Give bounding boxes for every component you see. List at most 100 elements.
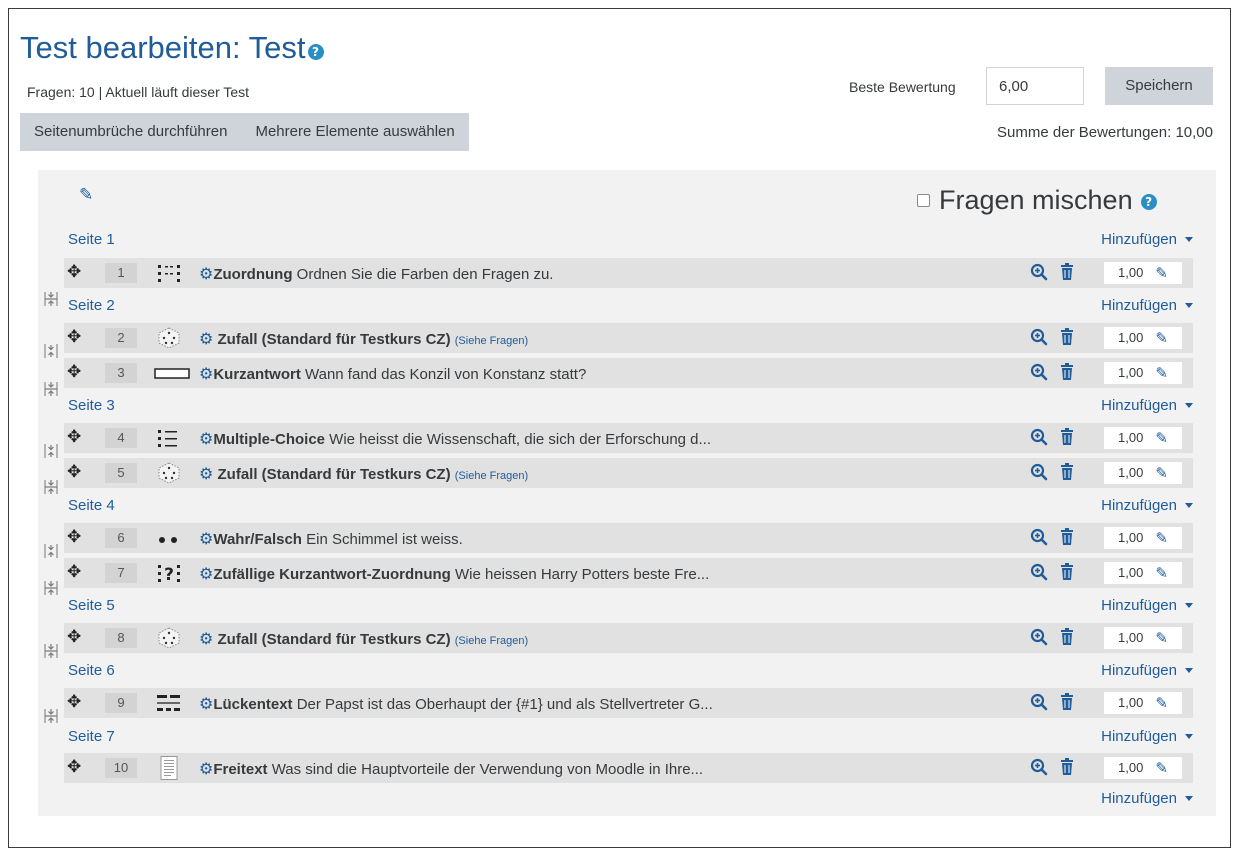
trash-icon[interactable] <box>1060 428 1074 446</box>
move-icon[interactable]: ✥ <box>67 327 81 347</box>
max-mark[interactable]: 1,00 ✎ <box>1104 427 1182 449</box>
gear-icon[interactable]: ⚙ <box>199 759 213 778</box>
add-menu[interactable]: Hinzufügen <box>1101 597 1193 614</box>
trash-icon[interactable] <box>1060 563 1074 581</box>
help-icon[interactable]: ? <box>1140 193 1157 210</box>
page-heading[interactable]: Seite 1 <box>68 231 115 248</box>
preview-zoom-icon[interactable] <box>1030 528 1048 546</box>
add-menu[interactable]: Hinzufügen <box>1101 662 1193 679</box>
trash-icon[interactable] <box>1060 263 1074 281</box>
max-mark[interactable]: 1,00 ✎ <box>1104 362 1182 384</box>
preview-zoom-icon[interactable] <box>1030 693 1048 711</box>
gear-icon[interactable]: ⚙ <box>199 694 213 713</box>
remove-page-break-icon[interactable] <box>43 291 59 307</box>
preview-zoom-icon[interactable] <box>1030 263 1048 281</box>
pencil-icon[interactable]: ✎ <box>1155 363 1168 385</box>
move-icon[interactable]: ✥ <box>67 757 81 777</box>
page-heading[interactable]: Seite 2 <box>68 297 115 314</box>
trash-icon[interactable] <box>1060 693 1074 711</box>
pencil-icon[interactable]: ✎ <box>1155 563 1168 585</box>
gear-icon[interactable]: ⚙ <box>199 364 213 383</box>
question-name[interactable]: ⚙Multiple-Choice Wie heisst die Wissensc… <box>199 429 711 448</box>
pencil-icon[interactable]: ✎ <box>1155 263 1168 285</box>
preview-zoom-icon[interactable] <box>1030 628 1048 646</box>
select-multiple-button[interactable]: Mehrere Elemente auswählen <box>241 113 468 151</box>
remove-page-break-icon[interactable] <box>43 479 59 495</box>
move-icon[interactable]: ✥ <box>67 562 81 582</box>
question-name[interactable]: ⚙ Zufall (Standard für Testkurs CZ) (Sie… <box>199 329 528 348</box>
pencil-icon[interactable]: ✎ <box>1155 628 1168 650</box>
move-icon[interactable]: ✥ <box>67 692 81 712</box>
see-questions-link[interactable]: (Siehe Fragen) <box>455 470 528 482</box>
max-mark[interactable]: 1,00 ✎ <box>1104 262 1182 284</box>
move-icon[interactable]: ✥ <box>67 362 81 382</box>
max-mark[interactable]: 1,00 ✎ <box>1104 627 1182 649</box>
add-page-break-icon[interactable] <box>43 443 59 459</box>
add-menu[interactable]: Hinzufügen <box>1101 728 1193 745</box>
move-icon[interactable]: ✥ <box>67 627 81 647</box>
question-name[interactable]: ⚙Wahr/Falsch Ein Schimmel ist weiss. <box>199 529 463 548</box>
page-heading[interactable]: Seite 3 <box>68 397 115 414</box>
trash-icon[interactable] <box>1060 628 1074 646</box>
remove-page-break-icon[interactable] <box>43 643 59 659</box>
shuffle-checkbox[interactable] <box>917 194 930 207</box>
add-page-break-icon[interactable] <box>43 343 59 359</box>
gear-icon[interactable]: ⚙ <box>199 529 213 548</box>
pencil-icon[interactable]: ✎ <box>1155 528 1168 550</box>
trash-icon[interactable] <box>1060 328 1074 346</box>
preview-zoom-icon[interactable] <box>1030 758 1048 776</box>
add-menu[interactable]: Hinzufügen <box>1101 231 1193 248</box>
move-icon[interactable]: ✥ <box>67 262 81 282</box>
preview-zoom-icon[interactable] <box>1030 428 1048 446</box>
preview-zoom-icon[interactable] <box>1030 563 1048 581</box>
max-mark[interactable]: 1,00 ✎ <box>1104 692 1182 714</box>
max-mark[interactable]: 1,00 ✎ <box>1104 562 1182 584</box>
trash-icon[interactable] <box>1060 363 1074 381</box>
question-name[interactable]: ⚙Zuordnung Ordnen Sie die Farben den Fra… <box>199 264 553 283</box>
max-mark[interactable]: 1,00 ✎ <box>1104 527 1182 549</box>
gear-icon[interactable]: ⚙ <box>199 629 213 648</box>
edit-section-heading-pencil-icon[interactable]: ✎ <box>79 185 93 205</box>
remove-page-break-icon[interactable] <box>43 580 59 596</box>
max-mark[interactable]: 1,00 ✎ <box>1104 462 1182 484</box>
question-name[interactable]: ⚙Freitext Was sind die Hauptvorteile der… <box>199 759 703 778</box>
pencil-icon[interactable]: ✎ <box>1155 428 1168 450</box>
trash-icon[interactable] <box>1060 758 1074 776</box>
preview-zoom-icon[interactable] <box>1030 463 1048 481</box>
add-menu[interactable]: Hinzufügen <box>1101 790 1193 807</box>
add-menu[interactable]: Hinzufügen <box>1101 397 1193 414</box>
page-heading[interactable]: Seite 4 <box>68 497 115 514</box>
repaginate-button[interactable]: Seitenumbrüche durchführen <box>20 113 241 151</box>
see-questions-link[interactable]: (Siehe Fragen) <box>455 635 528 647</box>
max-mark[interactable]: 1,00 ✎ <box>1104 757 1182 779</box>
pencil-icon[interactable]: ✎ <box>1155 328 1168 350</box>
preview-zoom-icon[interactable] <box>1030 363 1048 381</box>
question-name[interactable]: ⚙Lückentext Der Papst ist das Oberhaupt … <box>199 694 713 713</box>
page-heading[interactable]: Seite 6 <box>68 662 115 679</box>
gear-icon[interactable]: ⚙ <box>199 264 213 283</box>
see-questions-link[interactable]: (Siehe Fragen) <box>455 335 528 347</box>
preview-zoom-icon[interactable] <box>1030 328 1048 346</box>
add-page-break-icon[interactable] <box>43 543 59 559</box>
gear-icon[interactable]: ⚙ <box>199 464 213 483</box>
remove-page-break-icon[interactable] <box>43 381 59 397</box>
move-icon[interactable]: ✥ <box>67 462 81 482</box>
add-menu[interactable]: Hinzufügen <box>1101 497 1193 514</box>
add-menu[interactable]: Hinzufügen <box>1101 297 1193 314</box>
gear-icon[interactable]: ⚙ <box>199 564 213 583</box>
pencil-icon[interactable]: ✎ <box>1155 463 1168 485</box>
trash-icon[interactable] <box>1060 463 1074 481</box>
move-icon[interactable]: ✥ <box>67 527 81 547</box>
trash-icon[interactable] <box>1060 528 1074 546</box>
gear-icon[interactable]: ⚙ <box>199 329 213 348</box>
shuffle-questions[interactable]: Fragen mischen ? <box>917 185 1157 216</box>
pencil-icon[interactable]: ✎ <box>1155 758 1168 780</box>
remove-page-break-icon[interactable] <box>43 708 59 724</box>
help-icon[interactable]: ? <box>307 44 324 60</box>
page-heading[interactable]: Seite 5 <box>68 597 115 614</box>
gear-icon[interactable]: ⚙ <box>199 429 213 448</box>
pencil-icon[interactable]: ✎ <box>1155 693 1168 715</box>
question-name[interactable]: ⚙Kurzantwort Wann fand das Konzil von Ko… <box>199 364 586 383</box>
move-icon[interactable]: ✥ <box>67 427 81 447</box>
question-name[interactable]: ⚙ Zufall (Standard für Testkurs CZ) (Sie… <box>199 629 528 648</box>
